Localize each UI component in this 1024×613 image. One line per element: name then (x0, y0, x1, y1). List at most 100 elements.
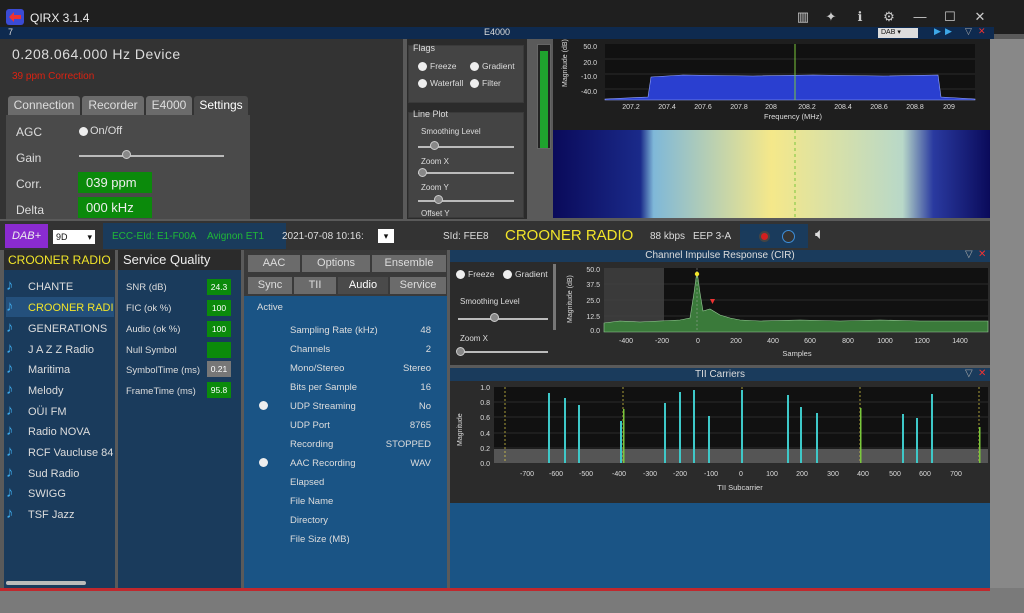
service-item[interactable]: ♪ OÜI FM (6, 401, 114, 421)
window-title: QIRX 3.1.4 (30, 11, 90, 25)
spectrum-ytick: 50.0 (583, 44, 597, 51)
header-left-text: 7 (8, 27, 14, 37)
service-item[interactable]: ♪ GENERATIONS (6, 318, 114, 338)
service-item[interactable]: ♪ J A Z Z Radio (6, 339, 114, 359)
gear-icon[interactable]: ⚙ (880, 8, 898, 26)
zoom-y-knob[interactable] (434, 195, 443, 204)
channel-select[interactable]: 9D ▾ (53, 230, 95, 244)
cir-smoothing-knob[interactable] (490, 313, 499, 322)
filter-radio[interactable] (470, 79, 479, 88)
cir-peak-marker (694, 271, 700, 277)
service-item[interactable]: ♪ Maritima (6, 359, 114, 379)
info-icon[interactable]: ℹ (851, 8, 869, 26)
cir-freeze-radio[interactable] (456, 270, 465, 279)
tab-sync[interactable]: Sync (248, 277, 292, 294)
tab-aac[interactable]: AAC (248, 255, 300, 272)
spectrum-xtick: 207.2 (622, 104, 640, 111)
tii-collapse-icon[interactable]: ▽ (965, 368, 973, 379)
tab-ensemble[interactable]: Ensemble (372, 255, 446, 272)
offset-y-label: Offset Y (421, 209, 450, 218)
tii-xtick: -600 (549, 471, 563, 478)
map-icon[interactable]: ▥ (794, 8, 812, 26)
service-item[interactable]: ♪ Radio NOVA (6, 421, 114, 441)
freeze-radio[interactable] (418, 62, 427, 71)
symboltime-value: 0.21 (207, 361, 231, 377)
service-item[interactable]: ♪CHANTE FRANC (6, 276, 114, 313)
tab-connection[interactable]: Connection (8, 96, 80, 115)
udp-streaming-toggle[interactable] (259, 401, 268, 410)
service-item[interactable]: ♪ SWIGG (6, 483, 114, 503)
zoom-x-slider[interactable] (418, 172, 514, 174)
flags-title: Flags (413, 43, 436, 53)
close-icon[interactable]: ✕ (971, 8, 989, 26)
tab-tii[interactable]: TII (294, 277, 336, 294)
tii-ytick: 0.8 (480, 400, 490, 407)
datetime-dropdown[interactable]: ▾ (378, 229, 394, 243)
cir-zoom-x-knob[interactable] (456, 347, 465, 356)
smoothing-knob[interactable] (430, 141, 439, 150)
cir-smoothing-slider[interactable] (458, 318, 548, 320)
delta-field[interactable]: 000 kHz (78, 197, 152, 218)
cir-splitter[interactable] (553, 264, 556, 330)
tab-recorder[interactable]: Recorder (82, 96, 144, 115)
cir-xtick: 1200 (914, 338, 930, 345)
corr-label: Corr. (16, 177, 43, 191)
agc-checkbox[interactable] (79, 127, 88, 136)
gradient-checkbox[interactable] (470, 62, 479, 71)
cir-collapse-icon[interactable]: ▽ (965, 249, 973, 260)
tab-service[interactable]: Service (390, 277, 446, 294)
tab-options[interactable]: Options (302, 255, 370, 272)
service-list-scrollbar[interactable] (6, 581, 86, 585)
zoom-x-knob[interactable] (418, 168, 427, 177)
corr-field[interactable]: 039 ppm (78, 172, 152, 193)
tab-audio[interactable]: Audio (338, 277, 388, 294)
close-panel-icon[interactable]: ✕ (978, 26, 986, 37)
service-item[interactable]: ♪ RCF Vaucluse 84 (6, 442, 114, 462)
udp-port-label: UDP Port (290, 420, 330, 431)
record-icon[interactable] (759, 231, 770, 242)
forward-icon[interactable]: ▶ (945, 26, 952, 37)
tii-xtick: 200 (796, 471, 808, 478)
tii-xtick: 500 (889, 471, 901, 478)
waterfall-plot[interactable] (553, 130, 990, 218)
speaker-icon[interactable]: 🔈︎ (815, 226, 825, 244)
maximize-icon[interactable]: ☐ (941, 8, 959, 26)
cir-gradient-checkbox[interactable] (503, 270, 512, 279)
tii-plot[interactable]: Magnitude 1.0 0.8 0.6 0.4 0.2 0.0 -700 -… (450, 381, 990, 503)
collapse-icon[interactable]: ▽ (965, 26, 972, 37)
tii-close-icon[interactable]: ✕ (978, 368, 986, 379)
tab-e4000[interactable]: E4000 (146, 96, 192, 115)
service-item-selected[interactable]: ♪ CROONER RADI (6, 297, 114, 317)
header-device-name: E4000 (484, 27, 511, 37)
satellite-icon[interactable]: ✦ (822, 8, 840, 26)
aac-recording-toggle[interactable] (259, 458, 268, 467)
gain-slider-track[interactable] (79, 155, 224, 157)
null-symbol-value (207, 342, 231, 358)
cir-plot[interactable]: Magnitude (dB) 50.0 37.5 25.0 12.5 0.0 -… (560, 263, 990, 363)
music-note-icon: ♪ (6, 443, 14, 460)
cir-xtick: -200 (655, 338, 669, 345)
zoom-y-slider[interactable] (418, 200, 514, 202)
cir-zoom-x-slider[interactable] (458, 351, 548, 353)
waterfall-checkbox[interactable] (418, 79, 427, 88)
service-item[interactable]: ♪ Sud Radio (6, 463, 114, 483)
cir-freeze-label: Freeze (468, 269, 495, 279)
tab-settings[interactable]: Settings (194, 96, 248, 115)
service-item[interactable]: ♪ TSF Jazz (6, 504, 114, 524)
play-icon[interactable]: ▶ (934, 26, 941, 37)
bits-per-sample-label: Bits per Sample (290, 382, 358, 393)
bitrate-label: 88 kbps (650, 231, 686, 242)
bits-per-sample-value: 16 (420, 382, 431, 393)
service-item[interactable]: ♪ Melody (6, 380, 114, 400)
directory-label: Directory (290, 515, 329, 526)
mode-select[interactable]: DAB ▾ (878, 28, 918, 38)
spectrum-plot[interactable]: Magnitude (dB) 50.0 20.0 -10.0 -40.0 207… (553, 39, 990, 130)
tii-xtick: -100 (704, 471, 718, 478)
service-list-title: CROONER RADIO (8, 253, 111, 267)
tii-ytick: 0.4 (480, 431, 490, 438)
stop-icon[interactable] (782, 230, 795, 243)
gain-slider-knob[interactable] (122, 150, 131, 159)
tii-ytick: 1.0 (480, 385, 490, 392)
minimize-icon[interactable]: — (911, 8, 929, 26)
cir-close-icon[interactable]: ✕ (978, 249, 986, 260)
